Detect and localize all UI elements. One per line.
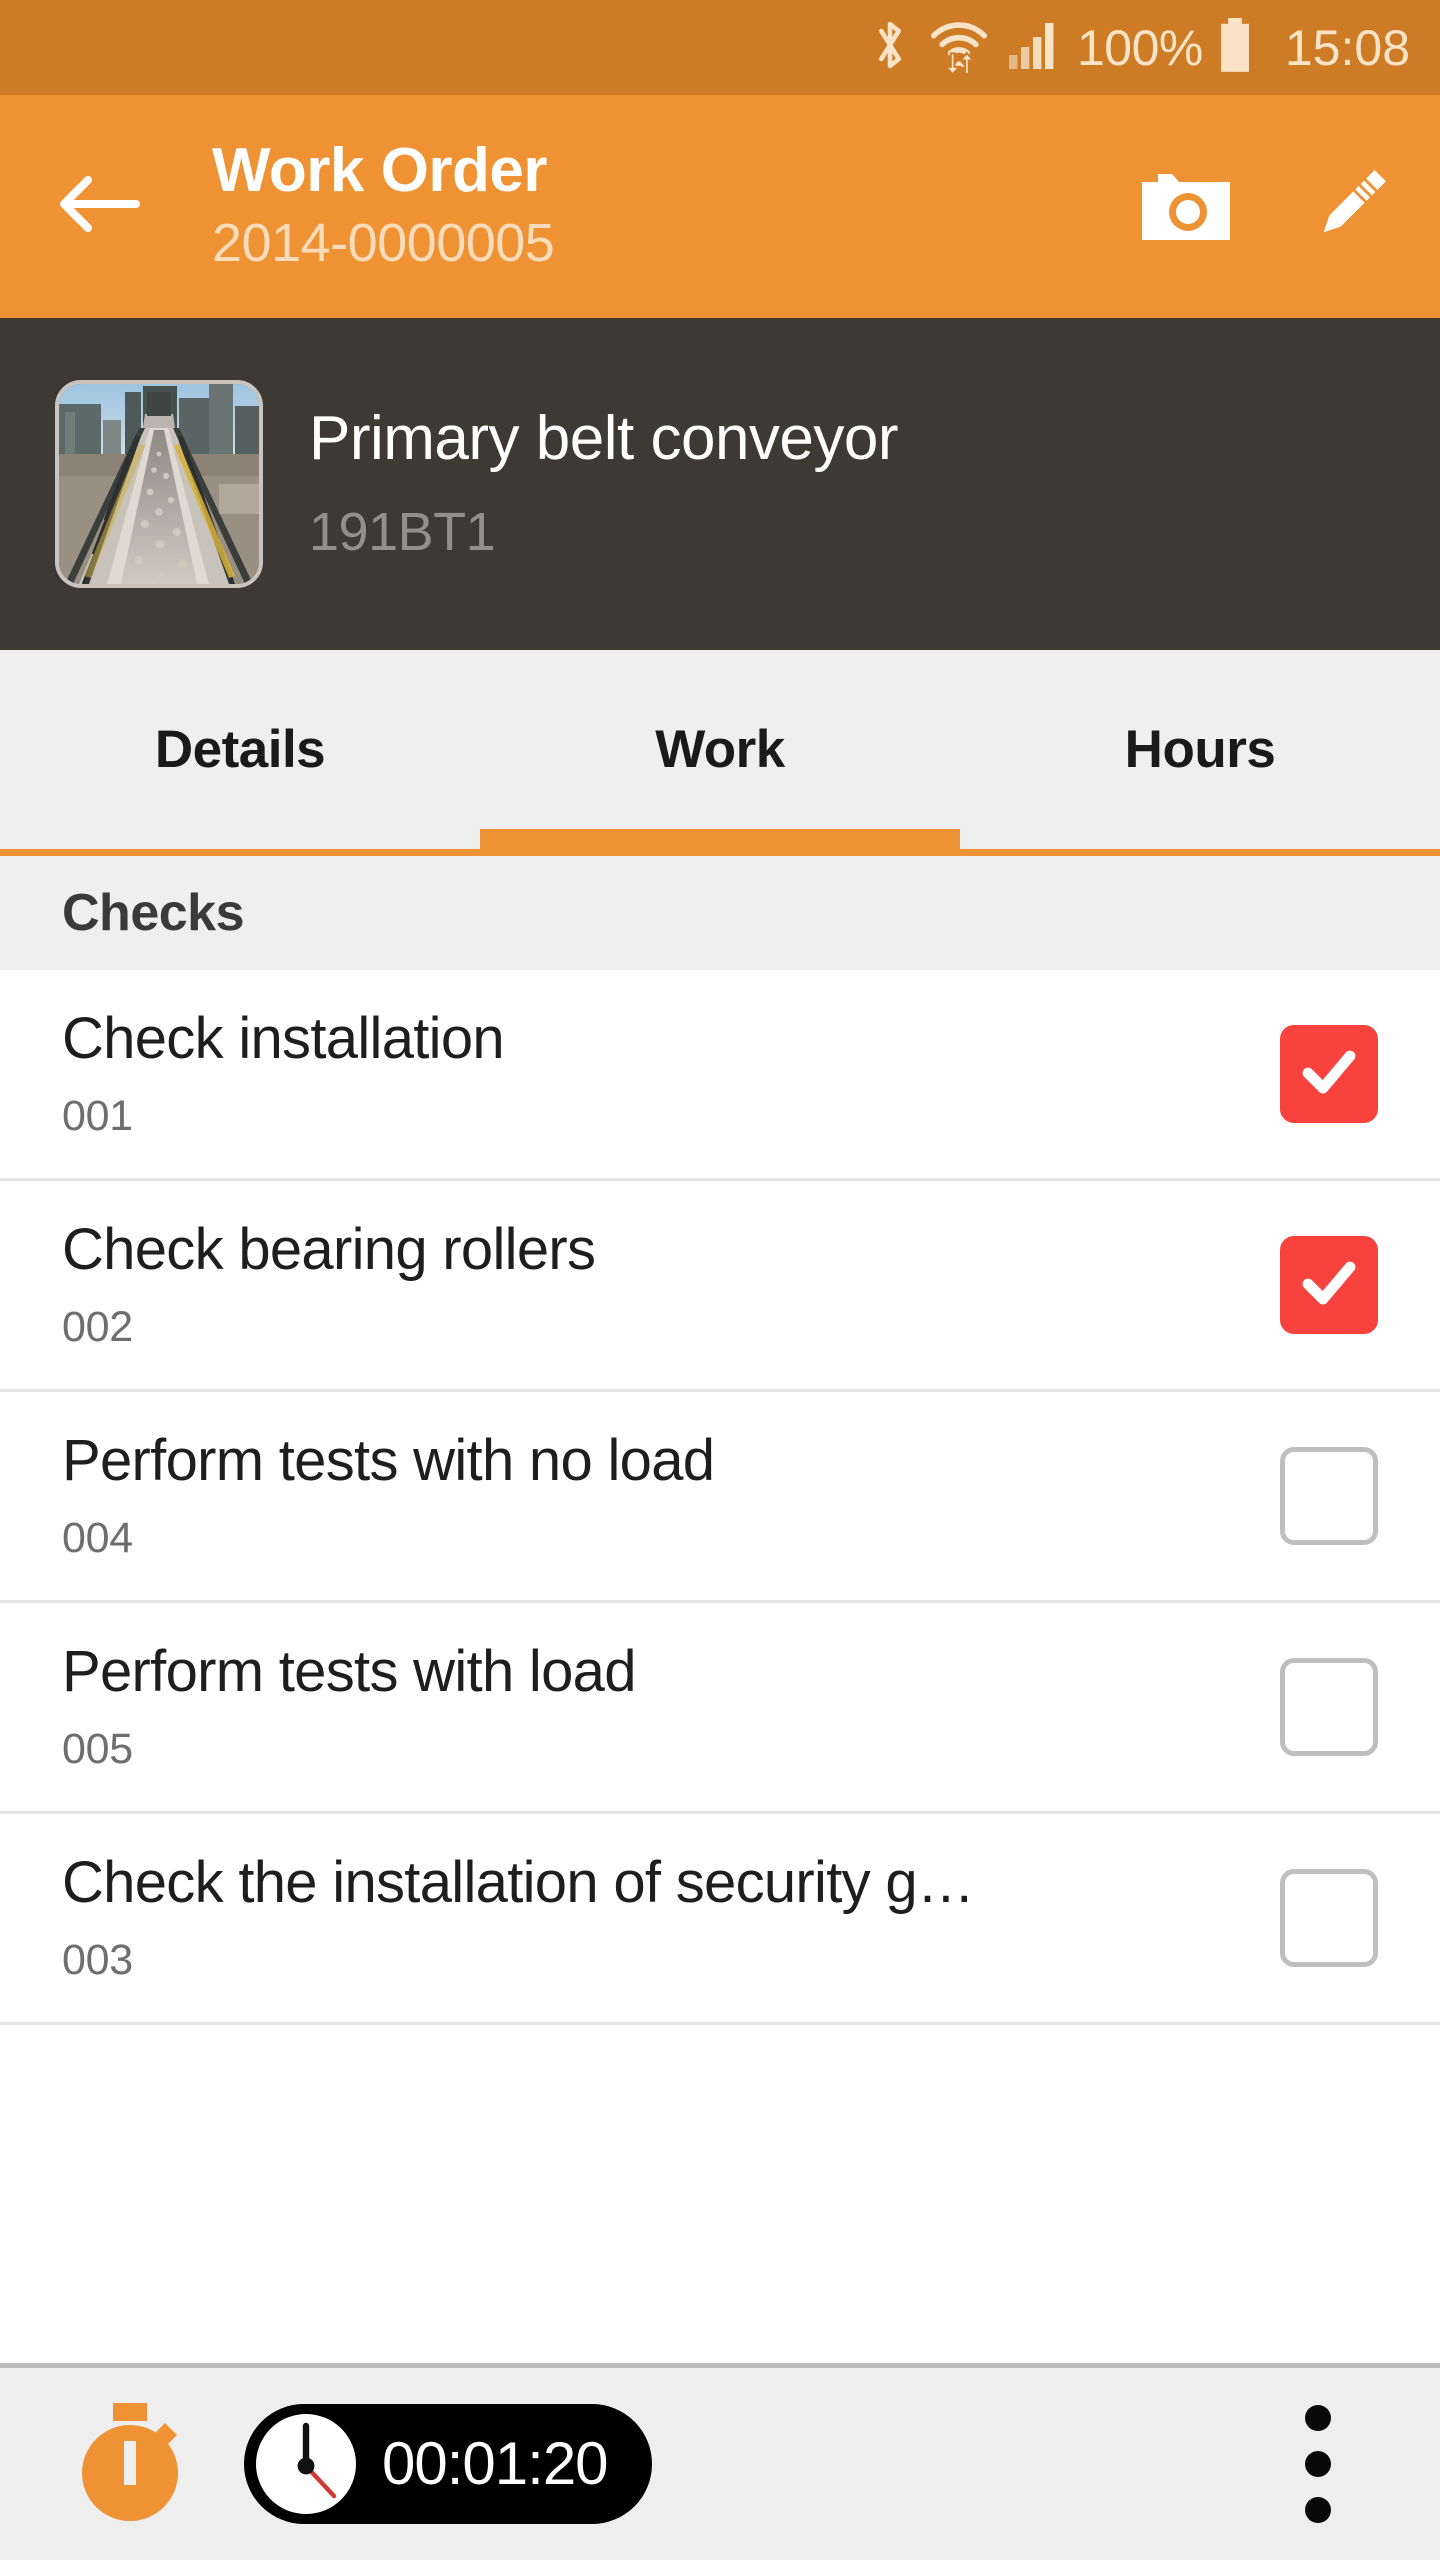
check-checkbox[interactable]	[1280, 1869, 1378, 1967]
back-button[interactable]	[52, 161, 144, 253]
more-vertical-icon	[1305, 2451, 1331, 2477]
tab-indicator	[480, 829, 960, 849]
more-vertical-icon	[1305, 2497, 1331, 2523]
timer-value: 00:01:20	[382, 2430, 609, 2497]
bottom-toolbar: 00:01:20	[0, 2363, 1440, 2560]
wifi-icon	[929, 16, 989, 79]
tab-label: Hours	[1124, 720, 1276, 779]
check-title: Check bearing rollers	[62, 1218, 596, 1283]
pencil-icon	[1304, 156, 1400, 257]
battery-icon	[1217, 17, 1253, 78]
status-bar-icons: 100% 15:08	[869, 16, 1410, 79]
check-texts: Perform tests with load 005	[62, 1640, 1280, 1773]
asset-code: 191BT1	[309, 502, 496, 563]
asset-thumbnail[interactable]	[55, 380, 263, 588]
more-options-button[interactable]	[1268, 2404, 1368, 2524]
stopwatch-button[interactable]	[70, 2402, 190, 2524]
back-arrow-icon	[56, 169, 140, 244]
check-checkbox[interactable]	[1280, 1658, 1378, 1756]
belt-conveyor-photo	[59, 384, 259, 584]
check-title: Perform tests with load	[62, 1640, 636, 1705]
table-row[interactable]: Perform tests with load 005	[0, 1603, 1440, 1814]
checkmark-icon	[1298, 1041, 1360, 1108]
stopwatch-icon	[71, 2401, 189, 2528]
table-row[interactable]: Check bearing rollers 002	[0, 1181, 1440, 1392]
check-title: Check the installation of security g…	[62, 1851, 975, 1916]
check-title: Perform tests with no load	[62, 1429, 715, 1494]
more-vertical-icon	[1305, 2405, 1331, 2431]
camera-button[interactable]	[1134, 155, 1238, 259]
check-checkbox[interactable]	[1280, 1025, 1378, 1123]
bluetooth-icon	[869, 17, 911, 78]
check-texts: Check the installation of security g… 00…	[62, 1851, 1280, 1984]
check-code: 005	[62, 1725, 133, 1774]
table-row[interactable]: Check the installation of security g… 00…	[0, 1814, 1440, 2025]
check-code: 002	[62, 1303, 133, 1352]
battery-percent-label: 100%	[1076, 19, 1203, 76]
table-row[interactable]: Perform tests with no load 004	[0, 1392, 1440, 1603]
tab-hours[interactable]: Hours	[960, 650, 1440, 849]
signal-icon	[1007, 19, 1059, 76]
status-bar: 100% 15:08	[0, 0, 1440, 95]
tab-label: Details	[154, 720, 326, 779]
checks-section-header: Checks	[0, 856, 1440, 970]
tab-details[interactable]: Details	[0, 650, 480, 849]
tab-label: Work	[655, 720, 785, 779]
tab-bar: Details Work Hours	[0, 650, 1440, 856]
app-bar-actions	[1134, 155, 1404, 259]
app-bar: Work Order 2014-0000005	[0, 95, 1440, 318]
app-bar-titles: Work Order 2014-0000005	[212, 135, 555, 276]
check-code: 001	[62, 1092, 133, 1141]
asset-header[interactable]: Primary belt conveyor 191BT1	[0, 318, 1440, 650]
timer-display[interactable]: 00:01:20	[244, 2404, 652, 2524]
check-code: 003	[62, 1936, 133, 1985]
section-title: Checks	[62, 884, 245, 942]
check-code: 004	[62, 1514, 133, 1563]
page-title: Work Order	[212, 135, 547, 205]
check-texts: Check bearing rollers 002	[62, 1218, 1280, 1351]
table-row[interactable]: Check installation 001	[0, 970, 1440, 1181]
clock-icon	[252, 2410, 360, 2518]
checkmark-icon	[1298, 1252, 1360, 1319]
asset-name: Primary belt conveyor	[309, 404, 899, 474]
work-order-number: 2014-0000005	[212, 212, 555, 273]
check-texts: Check installation 001	[62, 1007, 1280, 1140]
check-title: Check installation	[62, 1007, 505, 1072]
check-texts: Perform tests with no load 004	[62, 1429, 1280, 1562]
asset-texts: Primary belt conveyor 191BT1	[309, 404, 899, 563]
camera-icon	[1138, 164, 1234, 249]
checks-list: Check installation 001 Check bearing rol…	[0, 970, 1440, 2025]
check-checkbox[interactable]	[1280, 1236, 1378, 1334]
edit-button[interactable]	[1300, 155, 1404, 259]
tab-work[interactable]: Work	[480, 650, 960, 849]
status-clock: 15:08	[1284, 19, 1410, 76]
check-checkbox[interactable]	[1280, 1447, 1378, 1545]
